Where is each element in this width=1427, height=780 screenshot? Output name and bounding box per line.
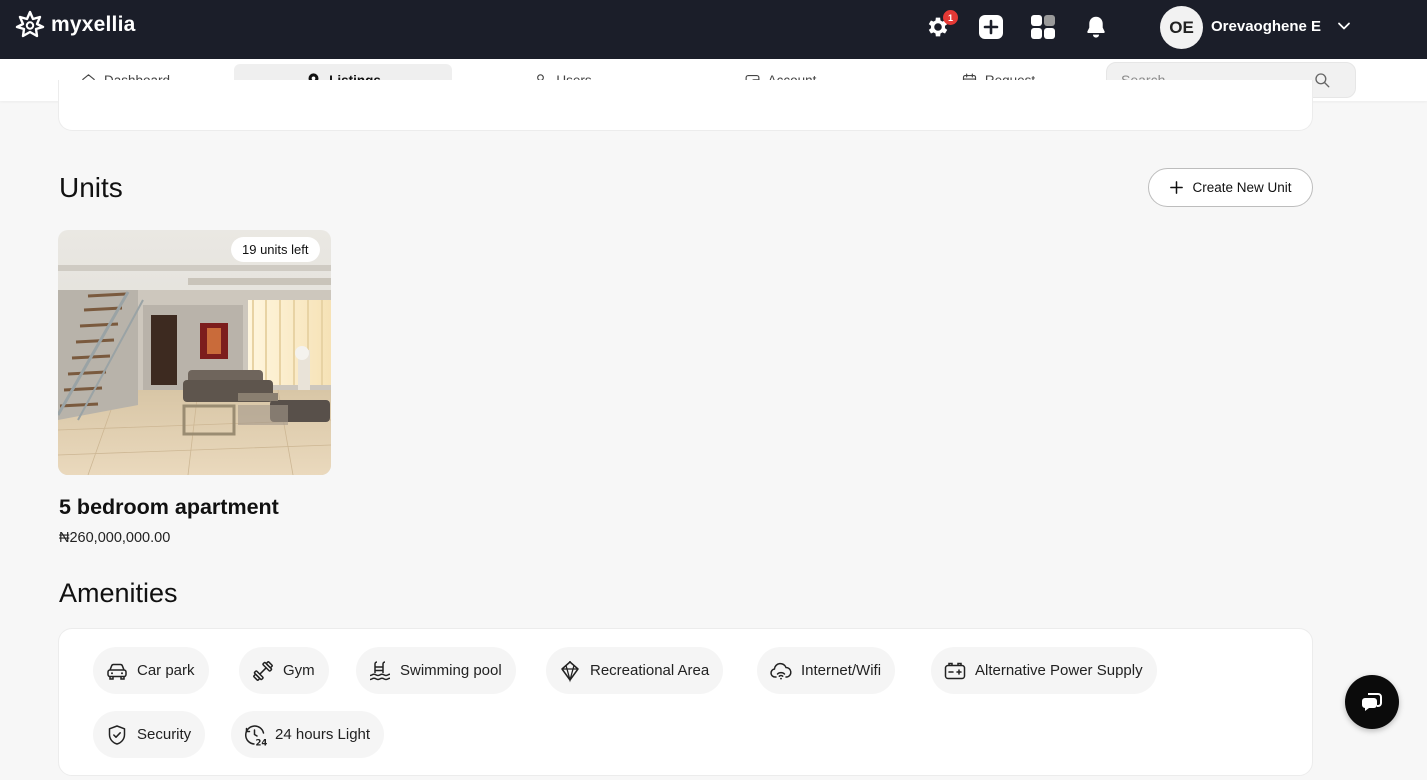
brand-name: myxellia: [51, 13, 136, 36]
user-avatar[interactable]: OE: [1160, 6, 1203, 49]
amenity-label: 24 hours Light: [275, 726, 371, 743]
shield-icon: [108, 724, 126, 745]
amenity-chip: Recreational Area: [546, 647, 724, 694]
amenity-chip: Alternative Power Supply: [931, 647, 1157, 694]
svg-text:24: 24: [256, 738, 268, 747]
unit-price: ₦260,000,000.00: [59, 530, 171, 546]
amenity-chip: Internet/Wifi: [757, 647, 896, 694]
brand-logo[interactable]: myxellia: [15, 10, 136, 40]
settings-button[interactable]: 1: [923, 10, 958, 42]
units-heading: Units: [59, 172, 123, 203]
amenity-chip: 24 24 hours Light: [231, 711, 385, 758]
recreation-icon: [561, 660, 579, 682]
car-icon: [107, 663, 127, 680]
amenity-label: Swimming pool: [400, 662, 502, 679]
unit-image[interactable]: [58, 230, 331, 475]
amenity-label: Car park: [137, 662, 195, 679]
amenity-label: Internet/Wifi: [801, 662, 882, 679]
flower-logo-icon: [15, 10, 45, 38]
plus-square-icon: [979, 15, 1003, 39]
clock-24-icon: 24: [245, 724, 268, 747]
apps-grid-icon: [1031, 15, 1055, 39]
property-details-card: [58, 80, 1313, 131]
notifications-button[interactable]: [1081, 12, 1111, 42]
unit-name[interactable]: 5 bedroom apartment: [59, 495, 279, 520]
amenity-chip: Car park: [93, 647, 209, 694]
bell-icon: [1087, 16, 1105, 38]
amenity-label: Security: [137, 726, 192, 743]
amenity-label: Gym: [283, 662, 315, 679]
amenity-label: Recreational Area: [590, 662, 710, 679]
chevron-down-icon[interactable]: [1336, 18, 1352, 34]
wifi-cloud-icon: [770, 662, 792, 679]
battery-icon: [944, 662, 966, 679]
dumbbell-icon: [253, 660, 273, 681]
plus-icon: [1170, 181, 1184, 194]
create-unit-button[interactable]: Create New Unit: [1148, 168, 1313, 207]
amenity-label: Alternative Power Supply: [975, 662, 1143, 679]
amenities-card: Car park Gym Swimming pool Recreational …: [58, 628, 1313, 776]
living-room-photo: [58, 230, 331, 475]
apps-button[interactable]: [1028, 12, 1058, 42]
chat-button[interactable]: [1345, 675, 1399, 729]
pool-icon: [369, 660, 391, 680]
user-name[interactable]: Orevaoghene E: [1211, 18, 1321, 35]
add-button[interactable]: [976, 12, 1006, 42]
notification-badge: 1: [943, 10, 958, 25]
chat-bubble-icon: [1362, 693, 1382, 711]
amenity-chip: Gym: [239, 647, 329, 694]
amenity-chip: Security: [93, 711, 206, 758]
units-left-badge: 19 units left: [231, 237, 320, 262]
search-icon[interactable]: [1313, 71, 1331, 89]
create-unit-label: Create New Unit: [1192, 180, 1292, 195]
top-bar: myxellia 1 OE Orevaoghene E: [0, 0, 1427, 59]
amenities-heading: Amenities: [59, 578, 178, 608]
amenity-chip: Swimming pool: [356, 647, 516, 694]
